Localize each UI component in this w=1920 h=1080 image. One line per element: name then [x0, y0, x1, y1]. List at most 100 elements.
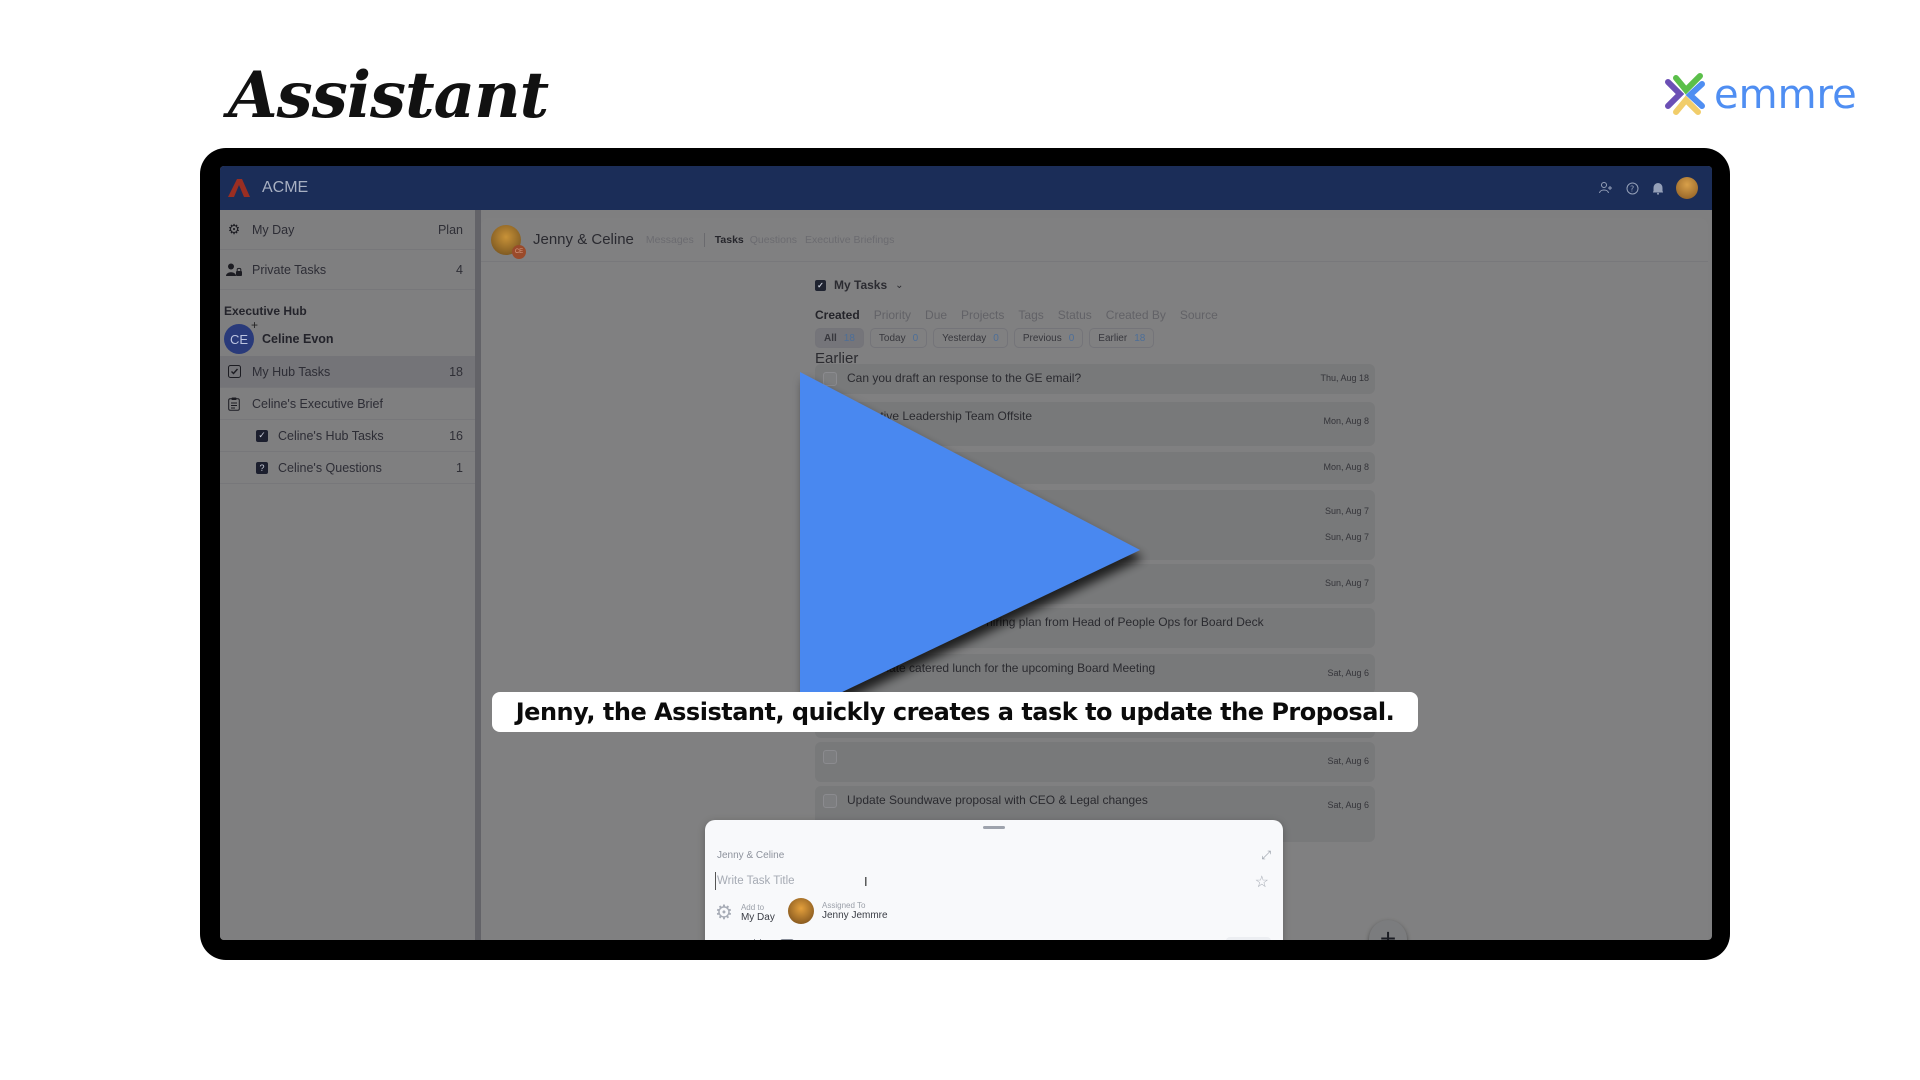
video-caption: Jenny, the Assistant, quickly creates a … — [492, 692, 1418, 732]
sidebar: ⚙ My Day Plan Private Tasks 4 Executive … — [220, 210, 475, 940]
assigned-value: Jenny Jemmre — [822, 910, 888, 921]
expand-icon[interactable]: ⤢ — [1261, 848, 1271, 863]
chip-count: 18 — [843, 332, 855, 344]
slide: Assistant emmre ACME ? ⚙ My Day Plan Pri… — [0, 0, 1920, 1080]
add-user-icon[interactable] — [1598, 180, 1614, 196]
filter-created-by[interactable]: Created By — [1106, 308, 1166, 322]
sidebar-item-label: Private Tasks — [252, 262, 327, 277]
task-row[interactable]: Sat, Aug 6 — [815, 742, 1375, 782]
filter-tags[interactable]: Tags — [1018, 308, 1043, 322]
table-icon[interactable] — [779, 938, 794, 940]
sidebar-item-celines-questions[interactable]: ? Celine's Questions 1 — [220, 452, 475, 484]
tab-messages[interactable]: Messages — [646, 234, 694, 246]
play-triangle — [800, 372, 1140, 712]
chip-previous[interactable]: Previous 0 — [1013, 328, 1084, 348]
private-user-lock-icon — [226, 262, 242, 278]
section-heading: Executive Hub — [224, 304, 307, 318]
person-name: Celine Evon — [262, 332, 334, 346]
participant-badge: CE — [512, 244, 526, 259]
chip-today[interactable]: Today 0 — [869, 328, 928, 348]
plan-link[interactable]: Plan — [438, 223, 463, 237]
attachment-icon[interactable] — [866, 938, 881, 940]
clipboard-icon — [226, 396, 242, 412]
filter-tabs: Created Priority Due Projects Tags Statu… — [815, 308, 1218, 322]
task-date: Mon, Aug 8 — [1323, 462, 1369, 472]
sidebar-item-my-hub-tasks[interactable]: My Hub Tasks 18 — [220, 356, 475, 388]
filter-source[interactable]: Source — [1180, 308, 1218, 322]
svg-text:?: ? — [1630, 184, 1634, 193]
sidebar-item-count: 16 — [449, 428, 463, 443]
assigned-label: Assigned To — [822, 901, 866, 910]
sidebar-item-count: 1 — [456, 460, 463, 475]
brand-name: emmre — [1714, 72, 1857, 118]
list-icon[interactable] — [837, 938, 852, 940]
filter-projects[interactable]: Projects — [961, 308, 1004, 322]
create-button[interactable]: Create — [1225, 937, 1271, 940]
filter-created[interactable]: Created — [815, 308, 860, 322]
task-title: Update Soundwave proposal with CEO & Leg… — [847, 793, 1148, 807]
sidebar-item-label: Celine's Questions — [278, 460, 382, 475]
assignee-avatar — [788, 898, 814, 924]
task-date: Sun, Aug 7 — [1324, 506, 1369, 516]
add-icon[interactable]: + — [251, 318, 258, 332]
chip-all[interactable]: All 18 — [815, 328, 864, 348]
task-title-input[interactable] — [715, 872, 1115, 890]
date-chips: All 18 Today 0 Yesterday 0 Previous 0 Earlie… — [815, 328, 1155, 348]
question-icon: ? — [256, 461, 268, 474]
user-avatar[interactable] — [1676, 177, 1698, 199]
task-context: Jenny & Celine — [717, 850, 785, 861]
filter-status[interactable]: Status — [1058, 308, 1092, 322]
filter-priority[interactable]: Priority — [874, 308, 911, 322]
sidebar-item-label: Celine's Executive Brief — [252, 396, 383, 411]
add-task-button[interactable]: + — [1369, 920, 1407, 940]
calendar-icon[interactable] — [750, 938, 765, 940]
chat-header: CE Jenny & Celine Messages Tasks Questio… — [481, 218, 1708, 262]
task-date: Sat, Aug 6 — [1327, 800, 1369, 810]
tab-tasks[interactable]: Tasks — [715, 234, 744, 246]
avatar: CE + — [224, 318, 258, 354]
tab-questions[interactable]: Questions — [750, 234, 797, 246]
task-checkbox[interactable] — [823, 750, 837, 764]
sidebar-item-label: My Day — [252, 222, 295, 237]
chip-label: Yesterday — [942, 332, 987, 344]
assignee-selector[interactable]: Assigned To Jenny Jemmre — [788, 898, 888, 924]
task-date: Thu, Aug 18 — [1320, 373, 1369, 383]
description-icon[interactable] — [721, 938, 736, 940]
task-view-label: My Tasks — [834, 278, 888, 292]
chat-avatar: CE — [491, 224, 526, 259]
sidebar-item-celines-hub-tasks[interactable]: ✓ Celine's Hub Tasks 16 — [220, 420, 475, 452]
task-toolbar: # — [721, 938, 881, 940]
chip-count: 0 — [912, 332, 919, 344]
sidebar-item-my-day[interactable]: ⚙ My Day Plan — [220, 210, 475, 250]
help-icon[interactable]: ? — [1624, 180, 1640, 196]
sidebar-item-private-tasks[interactable]: Private Tasks 4 — [220, 250, 475, 290]
checkbox-filled-icon: ✓ — [256, 429, 268, 442]
chip-label: All — [824, 332, 837, 344]
play-icon[interactable] — [790, 372, 1150, 720]
hashtag-icon[interactable]: # — [808, 938, 823, 940]
create-task-panel: Jenny & Celine ⤢ I ☆ ⚙ Add to My Day — [705, 820, 1283, 940]
chip-yesterday[interactable]: Yesterday 0 — [933, 328, 1008, 348]
chevron-down-icon: ⌄ — [895, 279, 904, 291]
chip-earlier[interactable]: Earlier 18 — [1089, 328, 1155, 348]
tab-executive-briefings[interactable]: Executive Briefings — [805, 234, 894, 246]
add-to-label: Add to — [740, 902, 765, 912]
task-view-selector[interactable]: ✓ My Tasks ⌄ — [815, 278, 904, 292]
sidebar-item-executive-brief[interactable]: Celine's Executive Brief — [220, 388, 475, 420]
sidebar-item-count: 18 — [449, 364, 463, 379]
filter-due[interactable]: Due — [925, 308, 947, 322]
add-to-value: My Day — [740, 911, 775, 923]
task-date: Mon, Aug 8 — [1323, 416, 1369, 426]
avatar-initials: CE — [229, 331, 249, 347]
drag-handle[interactable] — [983, 826, 1005, 829]
bell-icon[interactable] — [1650, 180, 1666, 196]
plus-icon: + — [1379, 923, 1397, 940]
hub-person[interactable]: CE + Celine Evon — [224, 318, 334, 354]
sidebar-item-label: My Hub Tasks — [252, 364, 331, 379]
star-icon[interactable]: ☆ — [1255, 872, 1269, 892]
task-checkbox[interactable] — [823, 794, 837, 808]
chip-label: Earlier — [1098, 332, 1128, 344]
checkbox-filled-icon: ✓ — [815, 279, 826, 291]
add-to-my-day-toggle[interactable]: ⚙ Add to My Day — [715, 900, 775, 925]
sidebar-item-label: Celine's Hub Tasks — [278, 428, 384, 443]
